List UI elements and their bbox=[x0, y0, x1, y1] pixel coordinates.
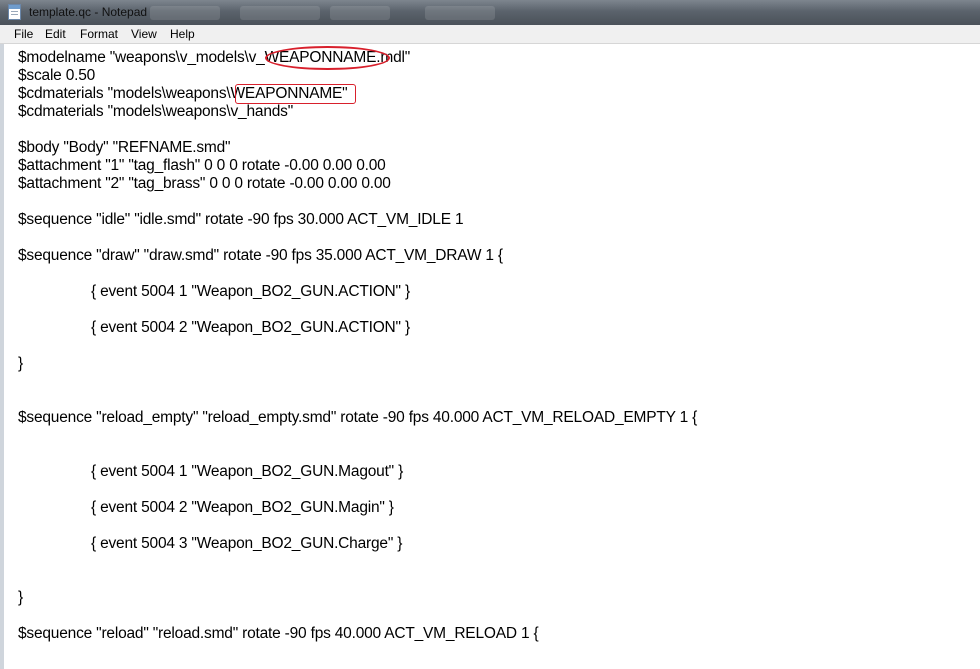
text-line: $attachment "2" "tag_brass" 0 0 0 rotate… bbox=[18, 175, 391, 192]
text-line: $cdmaterials "models\weapons\WEAPONNAME" bbox=[18, 85, 348, 102]
menu-view[interactable]: View bbox=[131, 27, 157, 41]
title-bar-blur bbox=[150, 6, 220, 20]
text-line: { event 5004 2 "Weapon_BO2_GUN.Magin" } bbox=[91, 499, 394, 516]
text-line: { event 5004 3 "Weapon_BO2_GUN.Charge" } bbox=[91, 535, 403, 552]
window-title: template.qc - Notepad bbox=[29, 5, 148, 19]
text-line: { event 5004 1 "Weapon_BO2_GUN.Magout" } bbox=[91, 463, 404, 480]
text-line: } bbox=[18, 589, 23, 606]
text-line: $attachment "1" "tag_flash" 0 0 0 rotate… bbox=[18, 157, 386, 174]
text-line: $sequence "idle" "idle.smd" rotate -90 f… bbox=[18, 211, 464, 228]
text-line: } bbox=[18, 355, 23, 372]
title-bar-blur bbox=[240, 6, 320, 20]
menu-format[interactable]: Format bbox=[80, 27, 118, 41]
text-line: $body "Body" "REFNAME.smd" bbox=[18, 139, 231, 156]
text-line: $sequence "draw" "draw.smd" rotate -90 f… bbox=[18, 247, 503, 264]
text-line: { event 5004 2 "Weapon_BO2_GUN.ACTION" } bbox=[91, 319, 410, 336]
text-editor[interactable]: $modelname "weapons\v_models\v_WEAPONNAM… bbox=[0, 44, 980, 669]
notepad-icon bbox=[8, 4, 21, 20]
text-line: $cdmaterials "models\weapons\v_hands" bbox=[18, 103, 294, 120]
text-line: $scale 0.50 bbox=[18, 67, 96, 84]
text-line: { event 5004 1 "Weapon_BO2_GUN.ACTION" } bbox=[91, 283, 410, 300]
menu-help[interactable]: Help bbox=[170, 27, 195, 41]
title-bar-blur bbox=[425, 6, 495, 20]
text-line: $sequence "reload_empty" "reload_empty.s… bbox=[18, 409, 698, 426]
title-bar[interactable]: template.qc - Notepad bbox=[0, 0, 980, 25]
text-line: $modelname "weapons\v_models\v_WEAPONNAM… bbox=[18, 49, 411, 66]
title-bar-blur bbox=[330, 6, 390, 20]
text-line: $sequence "reload" "reload.smd" rotate -… bbox=[18, 625, 539, 642]
menu-edit[interactable]: Edit bbox=[45, 27, 66, 41]
menu-bar: File Edit Format View Help bbox=[0, 25, 980, 44]
menu-file[interactable]: File bbox=[14, 27, 33, 41]
